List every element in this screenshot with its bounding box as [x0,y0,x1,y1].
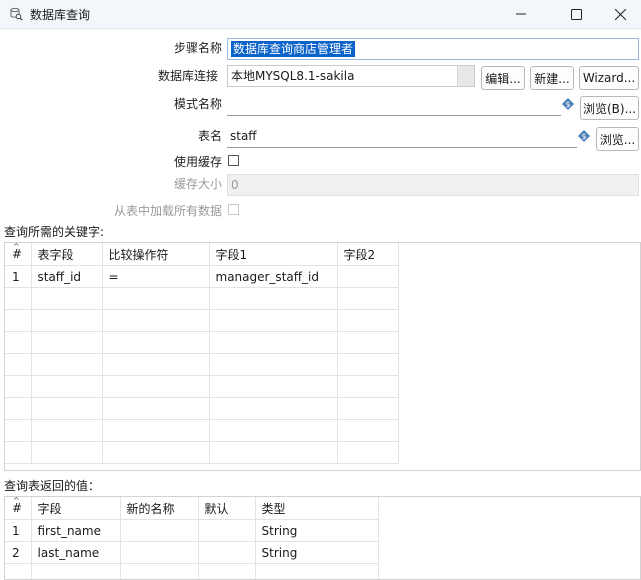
table-cell[interactable]: String [255,520,378,542]
load-all-checkbox[interactable] [228,204,239,215]
close-icon [615,9,626,20]
table-cell[interactable] [120,542,198,564]
return-values-table-grid: ^# 字段 新的名称 默认 类型 1 first_name String 2 l… [5,497,379,580]
table-cell[interactable] [120,520,198,542]
step-name-value: 数据库查询商店管理者 [231,41,355,57]
empty-row [5,564,378,580]
load-all-label: 从表中加载所有数据 [100,202,222,219]
empty-row [5,376,398,398]
table-name-input[interactable]: staff [227,126,577,148]
row-number: 2 [5,542,31,564]
svg-text:$: $ [565,100,570,109]
minimize-button[interactable] [498,0,544,28]
empty-row [5,288,398,310]
title-bar [0,0,641,29]
cache-size-label: 缓存大小 [120,175,222,192]
variable-diamond-icon: $ [578,130,590,142]
column-header-table-field[interactable]: 表字段 [31,243,102,266]
window-title: 数据库查询 [30,6,90,23]
sort-up-icon: ^ [13,497,20,505]
row-number: 1 [5,520,31,542]
edit-connection-button[interactable]: 编辑... [481,66,525,90]
row-number: 1 [5,266,31,288]
empty-row [5,354,398,376]
maximize-button[interactable] [553,0,599,28]
table-cell[interactable]: last_name [31,542,120,564]
maximize-icon [571,9,582,20]
new-connection-button[interactable]: 新建... [530,66,574,90]
row-number-header[interactable]: ^# [5,243,31,266]
column-header-new-name[interactable]: 新的名称 [120,497,198,520]
keys-section-title: 查询所需的关键字: [4,223,104,240]
database-lookup-icon [9,7,23,21]
return-values-table: ^# 字段 新的名称 默认 类型 1 first_name String 2 l… [4,496,641,580]
sort-up-icon: ^ [13,243,20,251]
chevron-down-icon[interactable] [457,66,474,86]
minimize-icon [516,9,526,19]
table-cell[interactable]: manager_staff_id [209,266,337,288]
variable-diamond-icon: $ [562,98,574,110]
keys-table: ^# 表字段 比较操作符 字段1 字段2 1 staff_id = manage… [4,242,641,471]
column-header-field[interactable]: 字段 [31,497,120,520]
table-row[interactable]: 1 first_name String [5,520,378,542]
return-section-title: 查询表返回的值： [4,477,100,494]
connection-select[interactable]: 本地MYSQL8.1-sakila [227,65,475,87]
step-name-label: 步骤名称 [120,39,222,56]
column-header-comparator[interactable]: 比较操作符 [102,243,209,266]
connection-value: 本地MYSQL8.1-sakila [231,69,354,83]
empty-row [5,310,398,332]
step-name-input[interactable]: 数据库查询商店管理者 [227,38,639,60]
table-cell[interactable]: = [102,266,209,288]
wizard-button[interactable]: Wizard... [579,66,639,90]
empty-row [5,420,398,442]
column-header-default[interactable]: 默认 [198,497,255,520]
table-cell[interactable] [337,266,398,288]
table-cell[interactable] [198,520,255,542]
use-cache-label: 使用缓存 [120,153,222,170]
table-name-label: 表名 [120,127,222,144]
empty-row [5,398,398,420]
use-cache-checkbox[interactable] [228,155,239,166]
table-header-row: ^# 字段 新的名称 默认 类型 [5,497,378,520]
connection-label: 数据库连接 [120,67,218,84]
table-cell[interactable]: staff_id [31,266,102,288]
table-header-row: ^# 表字段 比较操作符 字段1 字段2 [5,243,398,266]
cache-size-input[interactable]: 0 [227,174,639,196]
table-cell[interactable] [198,542,255,564]
column-header-type[interactable]: 类型 [255,497,378,520]
schema-input[interactable] [227,94,561,116]
table-cell[interactable]: first_name [31,520,120,542]
table-cell[interactable]: String [255,542,378,564]
column-header-field2[interactable]: 字段2 [337,243,398,266]
row-number-header[interactable]: ^# [5,497,31,520]
close-button[interactable] [599,0,641,28]
browse-schema-button[interactable]: 浏览(B)... [580,96,639,120]
empty-row [5,442,398,464]
keys-table-grid: ^# 表字段 比较操作符 字段1 字段2 1 staff_id = manage… [5,243,399,464]
table-row[interactable]: 1 staff_id = manager_staff_id [5,266,398,288]
table-row[interactable]: 2 last_name String [5,542,378,564]
svg-text:$: $ [581,132,586,141]
column-header-field1[interactable]: 字段1 [209,243,337,266]
browse-table-button[interactable]: 浏览... [596,127,639,151]
schema-label: 模式名称 [120,95,222,112]
empty-row [5,332,398,354]
